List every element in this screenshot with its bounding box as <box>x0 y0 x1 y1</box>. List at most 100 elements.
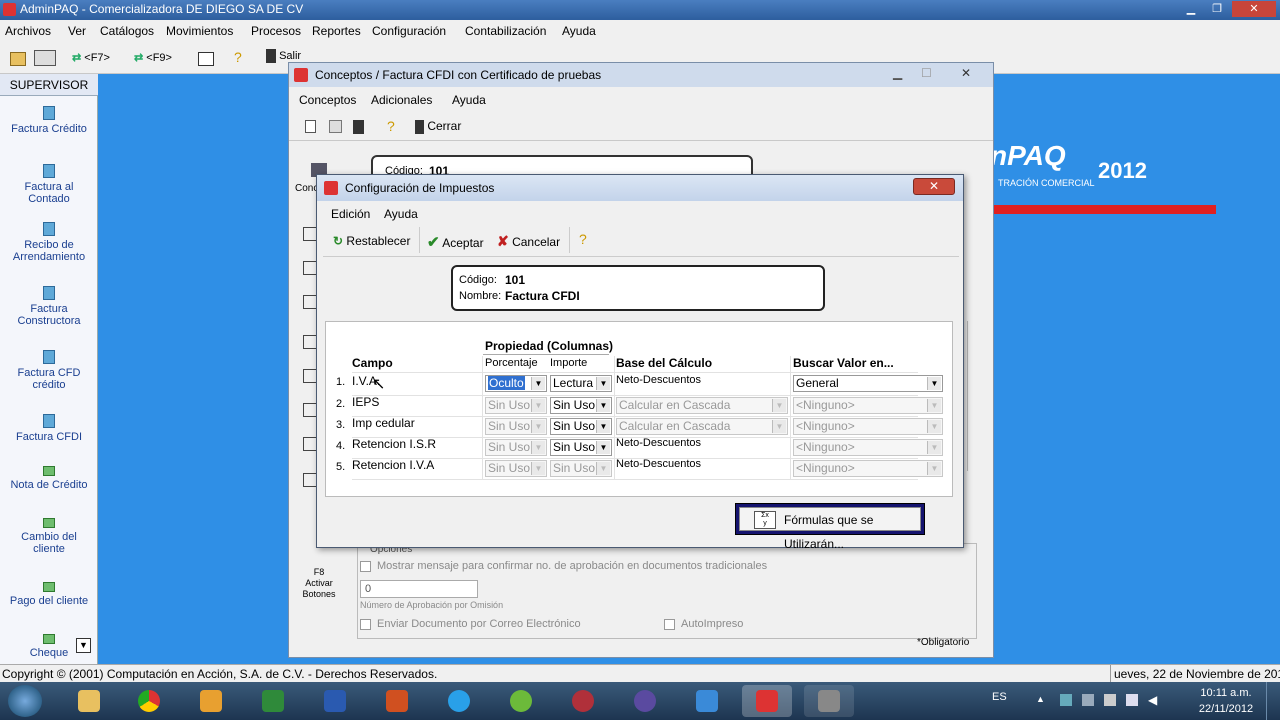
cerrar-button[interactable]: Cerrar <box>415 119 461 134</box>
side-tool-icon[interactable] <box>303 261 317 275</box>
save-icon[interactable] <box>329 120 342 133</box>
buscar-select[interactable]: <Ninguno> ▼ <box>793 418 943 435</box>
menu-reportes[interactable]: Reportes <box>312 24 361 38</box>
close-button[interactable]: ✕ <box>1232 1 1276 17</box>
side-tool-icon[interactable] <box>303 403 317 417</box>
aceptar-button[interactable]: ✔ Aceptar <box>427 233 484 251</box>
taskbar-app-purple[interactable] <box>620 685 670 717</box>
menu-ayuda[interactable]: Ayuda <box>384 207 418 221</box>
f9-button[interactable]: ⇄ <F9> <box>134 51 172 71</box>
sidebar-item-cambio-cliente[interactable]: Cambio del cliente <box>0 518 98 555</box>
network-icon[interactable] <box>1126 694 1138 706</box>
calculator-icon[interactable] <box>198 52 214 66</box>
menu-catalogos[interactable]: Catálogos <box>100 24 154 38</box>
side-tool-icon[interactable] <box>303 369 317 383</box>
volume-icon[interactable]: ◀ <box>1148 693 1157 707</box>
tray-icon[interactable] <box>1060 694 1072 706</box>
taskbar-app-blue[interactable] <box>434 685 484 717</box>
sidebar-item-factura-contado[interactable]: Factura al Contado <box>0 164 98 205</box>
menu-edicion[interactable]: Edición <box>331 207 370 221</box>
side-tool-icon[interactable] <box>303 437 317 451</box>
buscar-select[interactable]: <Ninguno> ▼ <box>793 397 943 414</box>
clock-date[interactable]: 22/11/2012 <box>1196 703 1256 715</box>
menu-procesos[interactable]: Procesos <box>251 24 301 38</box>
base-select[interactable]: Calcular en Cascada ▼ <box>616 418 788 435</box>
printer-icon[interactable] <box>34 50 56 66</box>
help-icon[interactable]: ? <box>387 118 395 134</box>
sidebar-item-recibo-arrendamiento[interactable]: Recibo de Arrendamiento <box>0 222 98 263</box>
help-icon[interactable]: ? <box>234 49 242 69</box>
cancelar-button[interactable]: ✘ Cancelar <box>497 233 560 250</box>
importe-select[interactable]: Sin Uso ▼ <box>550 397 612 414</box>
activar-botones-label[interactable]: F8 Activar Botones <box>299 567 339 600</box>
taskbar-adminpaq[interactable] <box>742 685 792 717</box>
taskbar-app-red[interactable] <box>558 685 608 717</box>
menu-configuracion[interactable]: Configuración <box>372 24 446 38</box>
taskbar-app-tool[interactable] <box>804 685 854 717</box>
menu-contabilizacion[interactable]: Contabilización <box>465 24 546 38</box>
taskbar-app-green[interactable] <box>496 685 546 717</box>
sidebar-item-nota-credito[interactable]: Nota de Crédito <box>0 466 98 491</box>
formulas-button[interactable]: Σx y Fórmulas que se Utilizarán... <box>735 503 925 551</box>
taskbar-explorer[interactable] <box>64 685 114 717</box>
f7-button[interactable]: ⇄ <F7> <box>72 51 110 71</box>
porcentaje-select[interactable]: Sin Uso ▼ <box>485 397 547 414</box>
buscar-select[interactable]: <Ninguno> ▼ <box>793 439 943 456</box>
delete-icon[interactable] <box>353 120 364 134</box>
side-tool-icon[interactable] <box>303 473 317 487</box>
sidebar-item-factura-constructora[interactable]: Factura Constructora <box>0 286 98 327</box>
sidebar-item-pago-cliente[interactable]: Pago del cliente <box>0 582 98 607</box>
sidebar-item-factura-credito[interactable]: Factura Crédito <box>0 106 98 135</box>
sidebar-item-factura-cfd-credito[interactable]: Factura CFD crédito <box>0 350 98 391</box>
taskbar-outlook[interactable] <box>186 685 236 717</box>
help-icon[interactable]: ? <box>579 231 587 247</box>
side-tool-icon[interactable] <box>303 335 317 349</box>
tray-icon[interactable] <box>1082 694 1094 706</box>
menu-archivos[interactable]: Archivos <box>5 24 51 38</box>
importe-select[interactable]: Sin Uso ▼ <box>550 439 612 456</box>
porcentaje-select[interactable]: Sin Uso ▼ <box>485 418 547 435</box>
side-tool-icon[interactable] <box>303 227 317 241</box>
clock-time[interactable]: 10:11 a.m. <box>1196 687 1256 699</box>
importe-select[interactable]: Sin Uso ▼ <box>550 460 612 477</box>
restore-button[interactable]: ❐ <box>1204 1 1230 17</box>
taskbar-word[interactable] <box>310 685 360 717</box>
close-button[interactable]: ✕ <box>913 178 955 195</box>
menu-adicionales[interactable]: Adicionales <box>371 93 432 107</box>
sidebar-item-factura-cfdi[interactable]: Factura CFDI <box>0 414 98 443</box>
new-document-icon[interactable] <box>305 120 316 133</box>
enviar-correo-checkbox[interactable]: Enviar Documento por Correo Electrónico <box>360 618 581 630</box>
tray-expand-icon[interactable]: ▲ <box>1036 694 1045 704</box>
menu-movimientos[interactable]: Movimientos <box>166 24 233 38</box>
sidebar-scroll-down-button[interactable]: ▼ <box>76 638 91 653</box>
porcentaje-select[interactable]: Oculto ▼ <box>485 375 547 392</box>
base-select[interactable]: Calcular en Cascada ▼ <box>616 397 788 414</box>
porcentaje-select[interactable]: Sin Uso ▼ <box>485 460 547 477</box>
buscar-select[interactable]: General ▼ <box>793 375 943 392</box>
porcentaje-select[interactable]: Sin Uso ▼ <box>485 439 547 456</box>
buscar-select[interactable]: <Ninguno> ▼ <box>793 460 943 477</box>
restablecer-button[interactable]: ↻ Restablecer <box>333 234 410 248</box>
menu-ayuda[interactable]: Ayuda <box>562 24 596 38</box>
maximize-button[interactable]: ☐ <box>921 66 932 80</box>
open-folder-icon[interactable] <box>10 52 26 66</box>
menu-conceptos[interactable]: Conceptos <box>299 93 356 107</box>
aprobacion-input[interactable]: 0 <box>360 580 478 598</box>
close-button[interactable]: ✕ <box>961 66 971 80</box>
importe-select[interactable]: Lectura ▼ <box>550 375 612 392</box>
menu-ayuda[interactable]: Ayuda <box>452 93 486 107</box>
show-desktop-button[interactable] <box>1266 682 1280 720</box>
autoimpreso-checkbox[interactable]: AutoImpreso <box>664 618 743 630</box>
minimize-button[interactable]: ▁ <box>1178 1 1204 17</box>
importe-select[interactable]: Sin Uso ▼ <box>550 418 612 435</box>
start-button[interactable] <box>8 685 42 717</box>
menu-ver[interactable]: Ver <box>68 24 86 38</box>
taskbar-powerpoint[interactable] <box>372 685 422 717</box>
language-indicator[interactable]: ES <box>992 691 1007 703</box>
mostrar-mensaje-checkbox[interactable]: Mostrar mensaje para confirmar no. de ap… <box>360 560 767 572</box>
taskbar-ie[interactable] <box>682 685 732 717</box>
tray-icon[interactable] <box>1104 694 1116 706</box>
taskbar-excel[interactable] <box>248 685 298 717</box>
taskbar-chrome[interactable] <box>124 685 174 717</box>
minimize-button[interactable]: ▁ <box>893 66 902 80</box>
